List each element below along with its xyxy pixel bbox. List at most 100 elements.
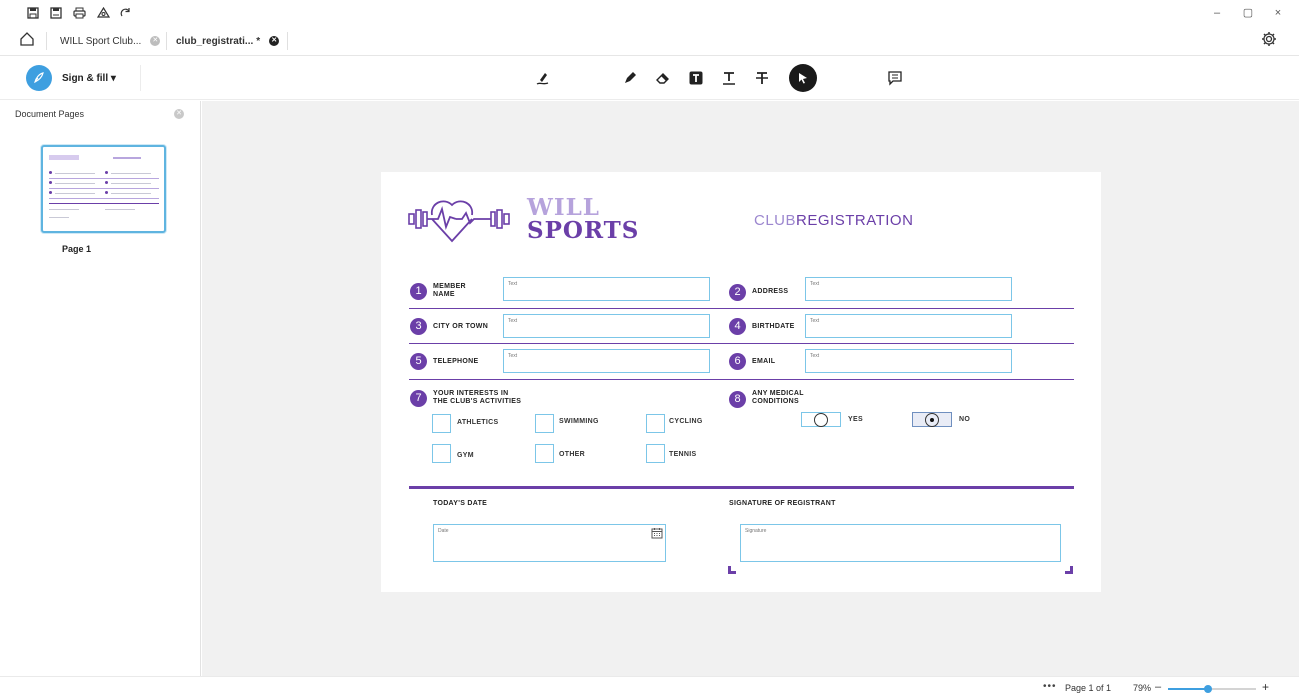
form-title-part1: CLUB xyxy=(754,212,797,229)
athletics-checkbox[interactable] xyxy=(432,414,451,433)
sign-and-fill-menu[interactable]: Sign & fill ▾ xyxy=(26,65,116,91)
zoom-in-button[interactable]: + xyxy=(1262,680,1269,694)
date-field[interactable]: Date xyxy=(433,524,666,562)
signature-label: SIGNATURE OF REGISTRANT xyxy=(729,500,836,507)
field-number-badge: 2 xyxy=(729,284,746,301)
field-label-line2: CONDITIONS xyxy=(752,398,799,405)
section-divider xyxy=(409,308,1074,309)
form-title: CLUBREGISTRATION xyxy=(754,212,913,229)
gear-icon[interactable] xyxy=(1261,31,1279,49)
close-tab-icon[interactable]: ✕ xyxy=(269,36,280,46)
panel-title: Document Pages xyxy=(15,109,85,119)
thumb-logo xyxy=(49,155,79,160)
close-window-button[interactable]: × xyxy=(1271,6,1285,20)
signature-corner-bracket xyxy=(728,566,736,574)
title-bar: – ▢ × xyxy=(0,0,1299,26)
field-label: YOUR INTERESTS IN THE CLUB'S ACTIVITIES xyxy=(433,390,521,406)
restore-button[interactable]: ▢ xyxy=(1241,6,1255,20)
email-field[interactable]: Text xyxy=(805,349,1012,373)
field-label-line2: THE CLUB'S ACTIVITIES xyxy=(433,398,522,405)
more-options-button[interactable]: ••• xyxy=(1043,681,1057,692)
status-bar: ••• Page 1 of 1 79% – + xyxy=(0,676,1299,698)
field-label-line1: MEMBER xyxy=(433,283,466,290)
checkbox-label: ATHLETICS xyxy=(457,419,499,426)
signature-corner-bracket xyxy=(1065,566,1073,574)
zoom-slider[interactable] xyxy=(1168,685,1256,693)
zoom-slider-handle[interactable] xyxy=(1204,685,1212,693)
sign-and-fill-icon xyxy=(26,65,52,91)
print-icon[interactable] xyxy=(71,5,87,21)
form-title-part2: REGISTRATION xyxy=(796,212,914,229)
birthdate-field[interactable]: Text xyxy=(805,314,1012,338)
field-number-badge: 1 xyxy=(410,283,427,300)
section-divider xyxy=(409,379,1074,380)
radio-label: NO xyxy=(959,416,971,423)
calendar-icon[interactable] xyxy=(651,526,663,539)
modified-indicator: * xyxy=(256,35,261,47)
page-thumbnail[interactable] xyxy=(41,145,166,233)
brand-name-line2: SPORTS xyxy=(527,217,640,244)
section-divider xyxy=(409,343,1074,344)
signature-field[interactable]: Signature xyxy=(740,524,1061,562)
checkbox-label: SWIMMING xyxy=(559,418,599,425)
sign-and-fill-label: Sign & fill ▾ xyxy=(62,72,116,84)
page-thumbnail-label: Page 1 xyxy=(62,244,92,254)
highlight-pen-icon[interactable] xyxy=(619,67,641,89)
cycling-checkbox[interactable] xyxy=(646,414,665,433)
field-label: ADDRESS xyxy=(752,288,789,295)
toolbar: Sign & fill ▾ xyxy=(0,57,1299,100)
field-number-badge: 5 xyxy=(410,353,427,370)
medical-no-radio[interactable] xyxy=(912,412,952,427)
page-indicator: Page 1 of 1 xyxy=(1065,683,1112,693)
tennis-checkbox[interactable] xyxy=(646,444,665,463)
save-as-icon[interactable] xyxy=(48,5,64,21)
field-number-badge: 4 xyxy=(729,318,746,335)
city-or-town-field[interactable]: Text xyxy=(503,314,710,338)
strikethrough-icon[interactable] xyxy=(751,67,773,89)
radio-circle xyxy=(814,413,828,427)
field-label-line1: YOUR INTERESTS IN xyxy=(433,390,509,397)
comment-icon[interactable] xyxy=(884,67,906,89)
field-label: EMAIL xyxy=(752,358,776,365)
minimize-button[interactable]: – xyxy=(1210,6,1224,20)
swimming-checkbox[interactable] xyxy=(535,414,554,433)
sign-icon[interactable] xyxy=(532,67,554,89)
underline-icon[interactable] xyxy=(718,67,740,89)
home-icon[interactable] xyxy=(19,31,37,49)
close-panel-icon[interactable]: ✕ xyxy=(174,109,184,119)
other-checkbox[interactable] xyxy=(535,444,554,463)
telephone-field[interactable]: Text xyxy=(503,349,710,373)
tab-label: club_registrati... xyxy=(176,35,254,47)
member-name-field[interactable]: Text xyxy=(503,277,710,301)
field-number-badge: 8 xyxy=(729,391,746,408)
field-number-badge: 7 xyxy=(410,390,427,407)
share-icon[interactable] xyxy=(95,5,111,21)
text-box-icon[interactable] xyxy=(685,67,707,89)
date-label: TODAY'S DATE xyxy=(433,500,488,507)
address-field[interactable]: Text xyxy=(805,277,1012,301)
thumb-title xyxy=(113,157,141,159)
close-tab-icon[interactable]: ✕ xyxy=(150,36,161,46)
gym-checkbox[interactable] xyxy=(432,444,451,463)
tab-divider xyxy=(46,32,47,50)
tab-bar: WILL Sport Club... ✕ club_registrati... … xyxy=(0,26,1299,56)
radio-label: YES xyxy=(848,416,863,423)
field-number-badge: 6 xyxy=(729,353,746,370)
medical-yes-radio[interactable] xyxy=(801,412,841,427)
select-cursor-icon[interactable] xyxy=(789,64,817,92)
save-icon[interactable] xyxy=(25,5,41,21)
tab-club-registration[interactable]: club_registrati... * ✕ xyxy=(176,26,280,56)
toolbar-divider xyxy=(140,65,141,91)
tab-label: WILL Sport Club... xyxy=(60,35,142,47)
redo-icon[interactable] xyxy=(118,5,134,21)
eraser-icon[interactable] xyxy=(652,67,674,89)
tab-will-sport-club[interactable]: WILL Sport Club... ✕ xyxy=(60,26,161,56)
vertical-scrollbar[interactable] xyxy=(1285,101,1299,676)
checkbox-label: CYCLING xyxy=(669,418,703,425)
radio-dot xyxy=(930,418,934,422)
field-label: MEMBER NAME xyxy=(433,283,466,299)
tab-divider xyxy=(166,32,167,50)
zoom-out-button[interactable]: – xyxy=(1155,681,1161,693)
radio-circle xyxy=(925,413,939,427)
field-number-badge: 3 xyxy=(410,318,427,335)
